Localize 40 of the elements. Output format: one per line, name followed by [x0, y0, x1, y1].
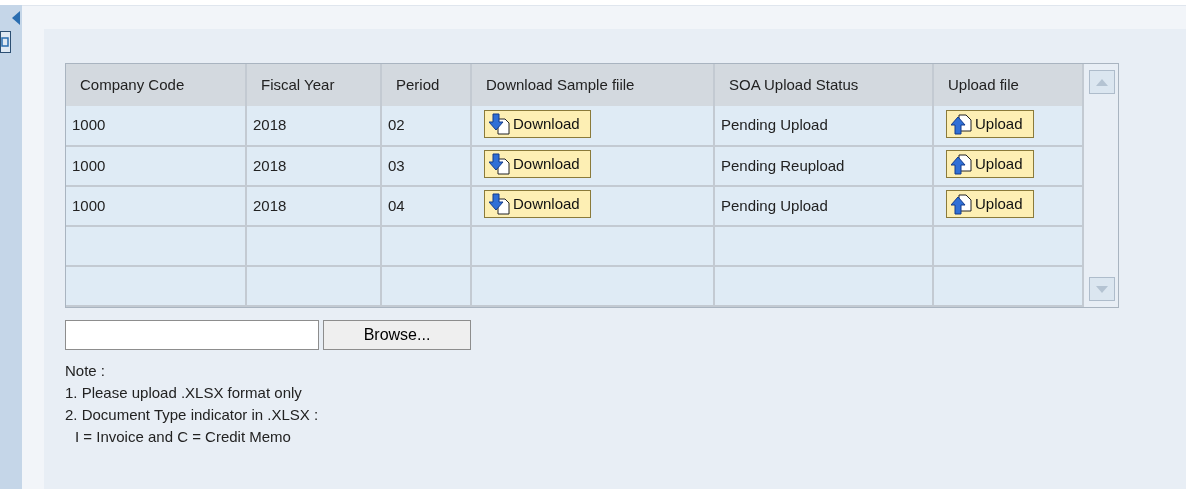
download-icon	[489, 193, 511, 216]
upload-icon	[951, 193, 973, 216]
download-button[interactable]: Download	[484, 150, 591, 179]
note-text: I = Invoice and C = Credit Memo	[75, 427, 291, 447]
upload-button[interactable]: Upload	[946, 190, 1034, 219]
table-cell: 1000	[66, 106, 246, 146]
column-header: Period	[381, 64, 471, 106]
column-header: Download Sample fiile	[471, 64, 714, 106]
table-cell: 2018	[246, 106, 381, 146]
upload-icon	[951, 153, 973, 176]
table-cell: 1000	[66, 146, 246, 186]
table-cell: 1000	[66, 186, 246, 226]
collapse-arrow-icon[interactable]	[12, 11, 20, 25]
down-arrow-icon	[1096, 285, 1108, 293]
table-cell: 02	[381, 106, 471, 146]
column-header: SOA Upload Status	[714, 64, 933, 106]
download-icon	[489, 153, 511, 176]
file-path-field[interactable]	[65, 320, 319, 350]
note-text: 1. Please upload .XLSX format only	[65, 383, 302, 403]
download-button[interactable]: Download	[484, 109, 591, 138]
table-cell: Pending Reupload	[714, 146, 933, 186]
column-header: Company Code	[66, 64, 246, 106]
table-cell: Pending Upload	[714, 186, 933, 226]
upload-button[interactable]: Upload	[946, 109, 1034, 138]
note-text: 2. Document Type indicator in .XLSX :	[65, 405, 319, 425]
upload-icon	[951, 112, 973, 135]
note-title: Note :	[65, 361, 106, 381]
window-icon[interactable]	[0, 31, 12, 53]
table-cell: 04	[381, 186, 471, 226]
table-cell: 2018	[246, 146, 381, 186]
browse-button[interactable]: Browse...	[323, 320, 471, 350]
table-cell: 03	[381, 146, 471, 186]
table-cell: Pending Upload	[714, 106, 933, 146]
table-cell: 2018	[246, 186, 381, 226]
column-header: Fiscal Year	[246, 64, 381, 106]
upload-button[interactable]: Upload	[946, 150, 1034, 179]
column-header: Upload file	[933, 64, 1083, 106]
download-button[interactable]: Download	[484, 190, 591, 219]
up-arrow-icon	[1096, 78, 1108, 86]
download-icon	[489, 112, 511, 135]
